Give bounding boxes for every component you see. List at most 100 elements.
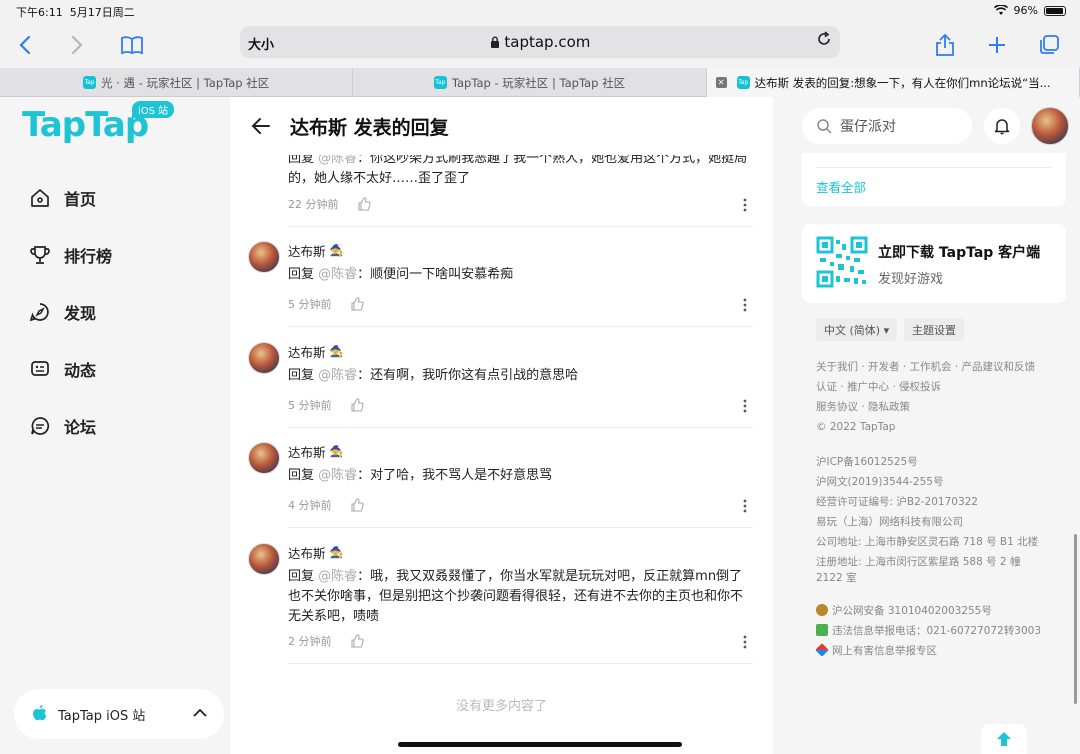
home-indicator[interactable] [398, 742, 682, 747]
mention-link[interactable]: @陈睿 [318, 569, 357, 584]
sidebar-item-label: 论坛 [64, 418, 97, 437]
download-card[interactable]: 立即下载 TapTap 客户端 发现好游戏 [802, 224, 1066, 303]
tab-overview-button[interactable] [1034, 30, 1064, 60]
footer-links[interactable]: 认证 · 推广中心 · 侵权投诉 [816, 380, 941, 394]
reply-author[interactable]: 达布斯 🧙 [288, 442, 343, 461]
theme-settings-button[interactable]: 主题设置 [904, 318, 964, 341]
arrow-up-icon [997, 732, 1011, 746]
avatar[interactable] [248, 442, 280, 474]
sidebar-item-home[interactable]: 首页 [28, 183, 96, 213]
more-options-icon[interactable] [740, 634, 750, 650]
reply-author[interactable]: 达布斯 🧙 [288, 342, 343, 361]
divider [288, 326, 753, 327]
mention-link[interactable]: @陈睿 [318, 468, 357, 483]
reply-author[interactable]: 达布斯 🧙 [288, 543, 343, 562]
reply-prefix: 回复 [288, 569, 319, 584]
police-badge-icon [816, 604, 828, 616]
share-icon [936, 33, 954, 56]
like-icon[interactable] [350, 498, 364, 512]
search-input[interactable]: 蛋仔派对 [802, 108, 972, 144]
culture-license[interactable]: 沪网文(2019)3544-255号 [816, 475, 943, 489]
user-badge-icon: 🧙 [329, 345, 344, 358]
arrow-left-icon[interactable] [250, 115, 272, 137]
company-name: 易玩（上海）网络科技有限公司 [816, 516, 963, 528]
battery-level: 96% [1013, 4, 1038, 17]
reply-text: ：哦，我又双叒叕懂了，你当水军就是玩玩对吧，反正就算mn倒了也不关你啥事，但是别… [288, 569, 744, 624]
police-record[interactable]: 沪公网安备 31010402003255号 [816, 604, 992, 618]
mention-link[interactable]: @陈睿 [318, 267, 357, 282]
reply-time: 2 分钟前 [288, 635, 332, 648]
chevron-right-icon [71, 35, 83, 55]
user-avatar[interactable] [1031, 107, 1069, 145]
like-icon[interactable] [357, 197, 371, 211]
sidebar: TapTap iOS 站 首页 排行榜 发现 动态 论坛 TapTap iOS … [0, 97, 230, 754]
forward-button[interactable] [62, 30, 92, 60]
back-button[interactable] [10, 30, 40, 60]
author-name: 达布斯 [288, 244, 326, 259]
notifications-button[interactable] [984, 108, 1020, 144]
wifi-icon [993, 5, 1008, 15]
search-placeholder: 蛋仔派对 [840, 119, 896, 135]
report-phone[interactable]: 违法信息举报电话：021-60727072转3003 [816, 624, 1041, 638]
harmful-info-text: 网上有害信息举报专区 [832, 645, 937, 657]
view-all-link[interactable]: 查看全部 [816, 177, 866, 196]
sidebar-item-feed[interactable]: 动态 [28, 354, 96, 384]
reload-button[interactable] [816, 31, 832, 52]
reply-text: ：还有啊，我听你这有点引战的意思哈 [357, 368, 579, 383]
recommend-card: 查看全部 [802, 153, 1066, 206]
tab-sky[interactable]: Tap 光 · 遇 - 玩家社区 | TapTap 社区 [0, 68, 354, 97]
language-select[interactable]: 中文 (简体) ▾ [816, 318, 898, 341]
taptap-logo[interactable]: TapTap [22, 105, 149, 145]
more-options-icon[interactable] [740, 498, 750, 514]
like-icon[interactable] [350, 398, 364, 412]
tab-current[interactable]: ✕ Tap 达布斯 发表的回复:想象一下，有人在你们mn论坛说“当... [706, 68, 1080, 97]
close-tab-icon[interactable]: ✕ [715, 77, 727, 88]
page-title: 达布斯 发表的回复 [290, 117, 449, 139]
download-subtitle: 发现好游戏 [878, 272, 944, 287]
footer-links[interactable]: 服务协议 · 隐私政策 [816, 400, 910, 414]
divider [288, 527, 753, 528]
icp-record[interactable]: 沪ICP备16012525号 [816, 455, 918, 469]
scrollbar[interactable] [1074, 534, 1077, 704]
tab-label: 光 · 遇 - 玩家社区 | TapTap 社区 [101, 75, 270, 90]
like-icon[interactable] [350, 297, 364, 311]
avatar[interactable] [248, 241, 280, 273]
sidebar-item-label: 发现 [64, 304, 97, 323]
report-icon [816, 624, 828, 636]
more-options-icon[interactable] [740, 197, 750, 213]
reply-text: 的，她人缘不太好……歪了歪了 [288, 171, 471, 186]
tab-label: TapTap - 玩家社区 | TapTap 社区 [451, 75, 626, 90]
harmful-info-report[interactable]: 网上有害信息举报专区 [815, 643, 937, 658]
bell-icon [994, 119, 1010, 135]
footer-links[interactable]: 关于我们 · 开发者 · 工作机会 · 产品建议和反馈 [816, 360, 1035, 374]
download-title: 立即下载 TapTap 客户端 [878, 245, 1041, 261]
user-badge-icon: 🧙 [329, 244, 344, 257]
avatar[interactable] [248, 342, 280, 374]
chevron-left-icon [19, 35, 31, 55]
user-badge-icon: 🧙 [329, 445, 344, 458]
business-license[interactable]: 经营许可证编号: 沪B2-20170322 [816, 495, 978, 509]
bookmarks-button[interactable] [117, 30, 147, 60]
sidebar-item-ranking[interactable]: 排行榜 [28, 240, 112, 270]
book-icon [121, 36, 143, 55]
mention-link[interactable]: @陈睿 [318, 368, 357, 383]
avatar[interactable] [248, 543, 280, 575]
tab-bar: Tap 光 · 遇 - 玩家社区 | TapTap 社区 Tap TapTap … [0, 68, 1080, 97]
new-tab-button[interactable] [982, 30, 1012, 60]
author-name: 达布斯 [288, 445, 326, 460]
more-options-icon[interactable] [740, 297, 750, 313]
address-bar[interactable]: 大小 taptap.com [240, 26, 840, 58]
clock: 下午6:11 [16, 6, 63, 19]
more-options-icon[interactable] [740, 398, 750, 414]
sidebar-item-discover[interactable]: 发现 [28, 297, 96, 327]
reply-body: 回复 @陈睿：还有啊，我听你这有点引战的意思哈 [288, 366, 753, 386]
reply-meta: 5 分钟前 [288, 397, 364, 413]
reply-author[interactable]: 达布斯 🧙 [288, 241, 343, 260]
tab-taptap[interactable]: Tap TapTap - 玩家社区 | TapTap 社区 [353, 68, 707, 97]
site-switcher[interactable]: TapTap iOS 站 [14, 689, 224, 739]
sidebar-item-forum[interactable]: 论坛 [28, 411, 96, 441]
scroll-to-top-button[interactable] [981, 724, 1027, 754]
like-icon[interactable] [350, 634, 364, 648]
reply-meta: 4 分钟前 [288, 497, 364, 513]
share-button[interactable] [930, 30, 960, 60]
